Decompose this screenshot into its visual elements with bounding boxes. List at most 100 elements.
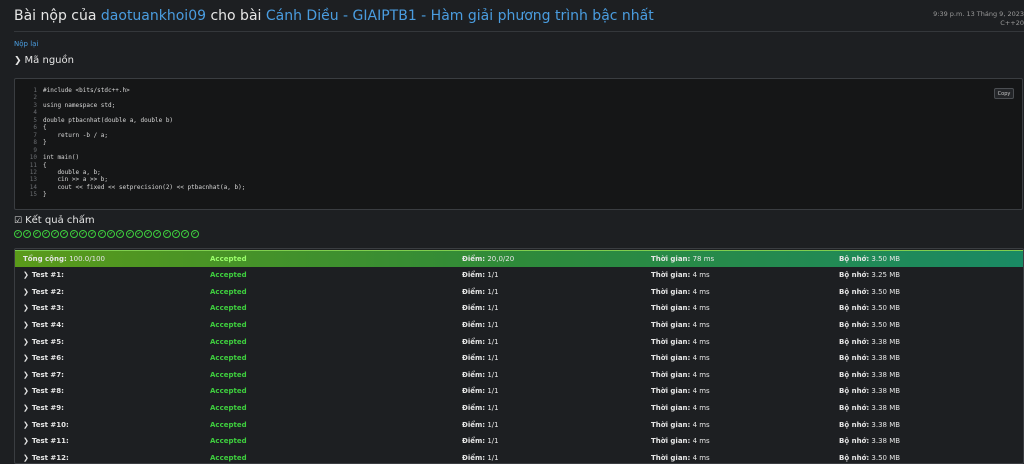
results-section-label: Kết quả chấm: [25, 215, 95, 226]
test-name: Test #2:: [31, 287, 64, 296]
line-number: 4: [33, 109, 37, 117]
test-name: Test #10:: [31, 420, 69, 429]
test-row[interactable]: ❯ Test #5: Accepted Điểm: 1/1 Thời gian: 4 m…: [15, 333, 1023, 350]
time-label: Thời gian:: [651, 337, 691, 346]
total-label: Tổng cộng:: [23, 254, 67, 263]
score-label: Điểm:: [462, 321, 486, 330]
check-circle-icon: ✔: [134, 230, 143, 238]
line-number: 13: [29, 176, 37, 184]
check-circle-icon: ✔: [69, 230, 78, 238]
copy-button[interactable]: Copy: [994, 88, 1014, 99]
test-row[interactable]: ❯ Test #8: Accepted Điểm: 1/1 Thời gian: 4 m…: [15, 383, 1023, 400]
score-label: Điểm:: [462, 453, 486, 462]
check-circle-icon: ✔: [181, 230, 190, 238]
check-circle-icon: ✔: [162, 230, 171, 238]
test-row[interactable]: ❯ Test #2: Accepted Điểm: 1/1 Thời gian: 4 m…: [15, 284, 1023, 301]
test-score: 1/1: [487, 370, 499, 379]
time-label: Thời gian:: [651, 437, 691, 446]
test-memory: 3.38 MB: [871, 370, 901, 379]
checkbox-icon: ☑: [14, 215, 23, 226]
test-name: Test #11:: [31, 437, 69, 446]
score-label: Điểm:: [462, 271, 486, 280]
score-label: Điểm:: [462, 437, 486, 446]
time-label: Thời gian:: [651, 404, 691, 413]
test-row[interactable]: ❯ Test #6: Accepted Điểm: 1/1 Thời gian: 4 m…: [15, 350, 1023, 367]
memory-label: Bộ nhớ:: [839, 271, 870, 280]
code-line: 7 return -b / a;: [25, 132, 245, 139]
code-line: 14 cout << fixed << setprecision(2) << p…: [25, 184, 246, 191]
test-name: Test #3:: [31, 304, 64, 313]
test-time: 4 ms: [692, 437, 710, 446]
memory-label: Bộ nhớ:: [839, 337, 870, 346]
test-score: 1/1: [487, 453, 499, 462]
user-link[interactable]: daotuankhoi09: [101, 8, 206, 24]
total-score: 20,0/20: [487, 254, 515, 263]
test-row[interactable]: ❯ Test #4: Accepted Điểm: 1/1 Thời gian: 4 m…: [15, 317, 1023, 334]
time-label: Thời gian:: [651, 287, 691, 296]
test-memory: 3.38 MB: [871, 404, 901, 413]
line-number: 8: [33, 139, 37, 147]
total-value: 100.0/100: [69, 254, 105, 263]
test-row[interactable]: ❯ Test #10: Accepted Điểm: 1/1 Thời gian: 4 …: [15, 416, 1023, 433]
check-circle-icon: ✔: [32, 230, 41, 238]
code-line: 9: [25, 147, 245, 154]
line-number: 11: [29, 161, 37, 169]
test-name: Test #4:: [31, 321, 64, 330]
test-row[interactable]: ❯ Test #1: Accepted Điểm: 1/1 Thời gian: 4 m…: [15, 267, 1023, 284]
test-score: 1/1: [487, 337, 499, 346]
test-time: 4 ms: [692, 404, 710, 413]
code-line: 12 double a, b;: [25, 169, 245, 176]
test-row[interactable]: ❯ Test #9: Accepted Điểm: 1/1 Thời gian: 4 m…: [15, 400, 1023, 417]
check-circle-icon: ✔: [41, 230, 50, 238]
chevron-right-icon: ❯: [23, 453, 29, 462]
chevron-right-icon: ❯: [23, 370, 29, 379]
code-line: 13 cin >> a >> b;: [25, 176, 245, 183]
time-label: Thời gian:: [651, 321, 691, 330]
test-row[interactable]: ❯ Test #12: Accepted Điểm: 1/1 Thời gian: 4 …: [15, 450, 1023, 463]
chevron-right-icon: ❯: [23, 337, 29, 346]
memory-label: Bộ nhớ:: [839, 354, 870, 363]
test-status: Accepted: [210, 304, 247, 313]
test-row[interactable]: ❯ Test #3: Accepted Điểm: 1/1 Thời gian: 4 m…: [15, 300, 1023, 317]
score-label: Điểm:: [462, 304, 486, 313]
results-table: Tổng cộng: 100.0/100 Accepted Điểm: 20,0…: [14, 248, 1024, 464]
total-status: Accepted: [210, 254, 247, 263]
test-memory: 3.50 MB: [871, 287, 901, 296]
test-time: 4 ms: [692, 453, 710, 462]
time-label: Thời gian:: [651, 420, 691, 429]
problem-link[interactable]: Cánh Diều - GIAIPTB1 - Hàm giải phương t…: [266, 8, 654, 24]
chevron-right-icon: ❯: [23, 271, 29, 280]
test-status: Accepted: [210, 271, 247, 280]
submission-meta: 9:39 p.m. 13 Tháng 9, 2023 C++20: [933, 10, 1024, 28]
check-circle-icon: ✔: [153, 230, 162, 238]
test-memory: 3.50 MB: [871, 321, 901, 330]
chevron-right-icon: ❯: [23, 437, 29, 446]
line-number: 3: [33, 101, 37, 109]
test-row[interactable]: ❯ Test #11: Accepted Điểm: 1/1 Thời gian: 4 …: [15, 433, 1023, 450]
check-circle-icon: ✔: [190, 230, 199, 238]
code-text: }: [43, 139, 47, 147]
test-time: 4 ms: [692, 321, 710, 330]
results-section-title: ☑ Kết quả chấm: [14, 215, 95, 226]
test-score: 1/1: [487, 287, 499, 296]
test-time: 4 ms: [692, 354, 710, 363]
test-time: 4 ms: [692, 420, 710, 429]
code-line: 4: [25, 109, 245, 116]
resubmit-link[interactable]: Nộp lại: [14, 40, 38, 48]
test-score: 1/1: [487, 354, 499, 363]
source-section-title[interactable]: ❯ Mã nguồn: [14, 55, 74, 66]
score-label: Điểm:: [462, 387, 486, 396]
test-name: Test #8:: [31, 387, 64, 396]
time-label: Thời gian:: [651, 354, 691, 363]
check-circle-icon: ✔: [125, 230, 134, 238]
chevron-right-icon: ❯: [23, 304, 29, 313]
memory-label: Bộ nhớ:: [839, 420, 870, 429]
score-label: Điểm:: [462, 354, 486, 363]
submission-language: C++20: [1000, 19, 1024, 27]
test-status-icons: ✔ ✔ ✔ ✔ ✔ ✔ ✔ ✔ ✔ ✔ ✔ ✔ ✔ ✔ ✔ ✔ ✔ ✔ ✔ ✔: [14, 230, 199, 238]
time-label: Thời gian:: [651, 370, 691, 379]
line-number: 2: [33, 94, 37, 102]
score-label: Điểm:: [462, 370, 486, 379]
test-row[interactable]: ❯ Test #7: Accepted Điểm: 1/1 Thời gian: 4 m…: [15, 367, 1023, 384]
test-memory: 3.25 MB: [871, 271, 901, 280]
